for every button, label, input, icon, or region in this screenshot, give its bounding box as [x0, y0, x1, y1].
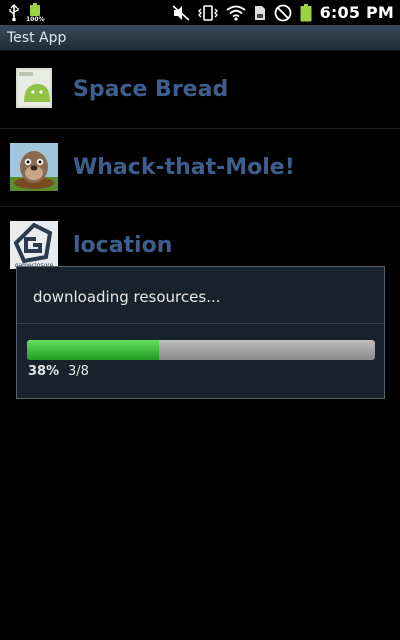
- sd-card-icon: [254, 5, 266, 21]
- progress-bar-fill: [27, 340, 160, 360]
- wifi-icon: [226, 5, 246, 21]
- no-signal-icon: [274, 4, 292, 22]
- space-bread-icon: [16, 68, 52, 108]
- dialog-divider: [17, 323, 384, 324]
- clock: 6:05 PM: [319, 3, 394, 22]
- list-item-label: location: [73, 233, 173, 258]
- app-title: Test App: [7, 29, 67, 46]
- progress-count: 3/8: [68, 364, 89, 379]
- list-item-label: Space Bread: [73, 77, 229, 102]
- battery-icon: [300, 3, 312, 22]
- progress-bar: [27, 340, 375, 360]
- list-item-whack-that-mole[interactable]: Whack-that-Mole!: [0, 129, 400, 207]
- dialog-message: downloading resources...: [33, 288, 221, 306]
- list-item-label: Whack-that-Mole!: [73, 155, 295, 180]
- battery-percent-text: 100%: [26, 15, 45, 23]
- vibrate-icon: [197, 4, 218, 21]
- battery-full-small-icon: 100%: [26, 2, 45, 23]
- usb-icon: [8, 3, 20, 22]
- progress-percent: 38%: [28, 364, 60, 379]
- app-title-bar: Test App: [0, 25, 400, 51]
- status-bar: 100% 6:05 PM: [0, 0, 400, 25]
- download-progress-dialog: downloading resources... 38% 3/8: [16, 266, 385, 399]
- app-list: Space Bread Whack-that-Mole! location: [0, 51, 400, 284]
- list-item-space-bread[interactable]: Space Bread: [0, 51, 400, 129]
- gameclosure-logo-icon: gameclosure: [10, 221, 58, 269]
- mole-icon: [10, 143, 58, 191]
- mute-icon: [172, 4, 190, 21]
